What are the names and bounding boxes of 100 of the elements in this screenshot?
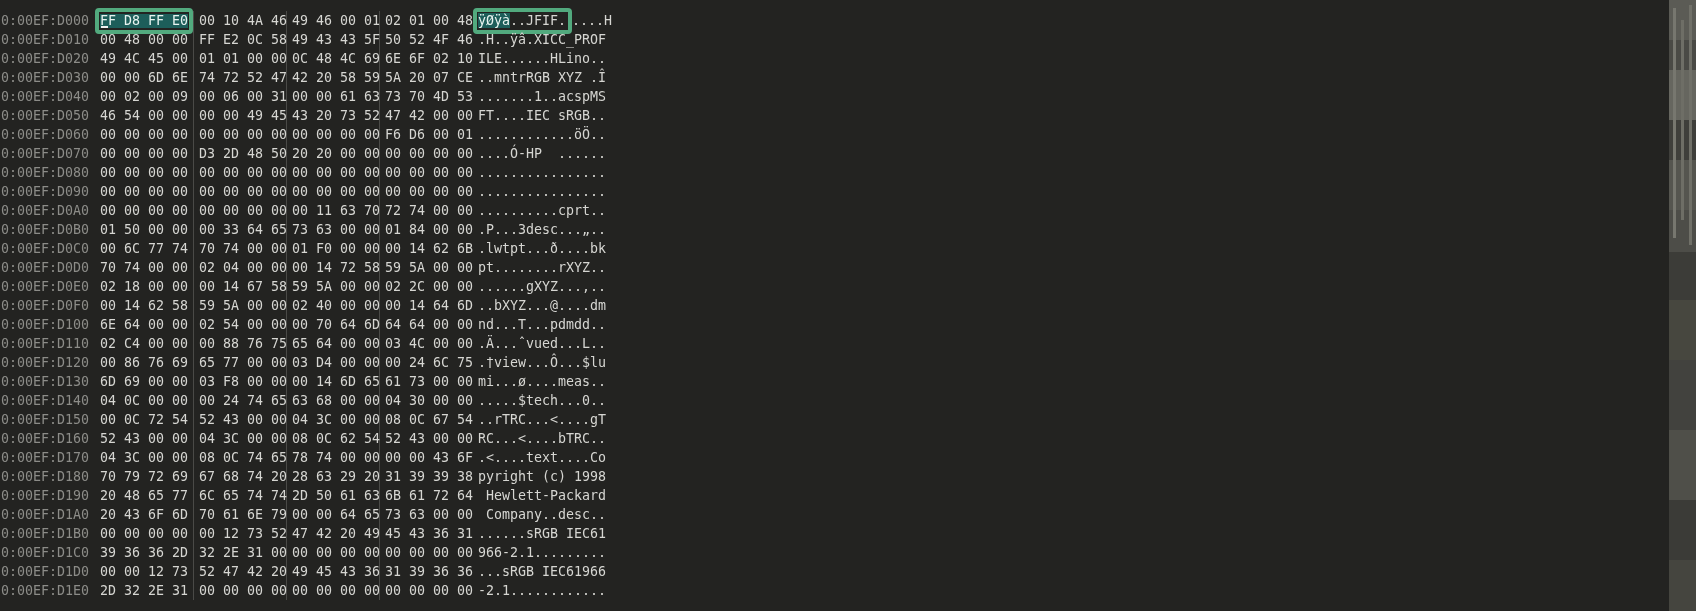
hex-bytes: 08 0C 67 54 <box>385 411 474 429</box>
hex-bytes: 52 43 00 00 <box>199 411 288 429</box>
hex-bytes: 73 70 4D 53 <box>385 88 474 106</box>
hex-bytes: 49 4C 45 00 <box>100 50 189 68</box>
offset-label: 0:00EF:D150 <box>0 411 90 429</box>
hex-bytes: 00 00 00 00 <box>199 183 288 201</box>
hex-bytes: 78 74 00 00 <box>292 449 381 467</box>
hex-bytes: 67 68 74 20 <box>199 468 288 486</box>
offset-label: 0:00EF:D0A0 <box>0 202 90 220</box>
hex-bytes: 2D 32 2E 31 <box>100 582 189 600</box>
hex-bytes: 02 18 00 00 <box>100 278 189 296</box>
hex-bytes: 00 12 73 52 <box>199 525 288 543</box>
hex-bytes: 00 00 00 00 <box>100 202 189 220</box>
hex-bytes: 00 00 00 00 <box>292 183 381 201</box>
hex-bytes: 00 14 62 6B <box>385 240 474 258</box>
ascii-text: ......gXYZ...,.. <box>478 279 607 294</box>
hex-bytes: 73 63 00 00 <box>292 221 381 239</box>
hex-bytes: 39 36 36 2D <box>100 544 189 562</box>
hex-bytes: 00 70 64 6D <box>292 316 381 334</box>
hex-bytes: 0C 48 4C 69 <box>292 50 381 68</box>
hex-bytes: 00 14 6D 65 <box>292 373 381 391</box>
offset-label: 0:00EF:D1D0 <box>0 563 90 581</box>
hex-bytes: 70 79 72 69 <box>100 468 189 486</box>
hex-bytes: 00 14 72 58 <box>292 259 381 277</box>
hex-bytes: 52 47 42 20 <box>199 563 288 581</box>
hex-bytes: 00 00 64 65 <box>292 506 381 524</box>
hex-bytes: 2D 50 61 63 <box>292 487 381 505</box>
hex-bytes: 00 00 00 00 <box>199 582 288 600</box>
hex-bytes: 02 01 00 48 <box>385 12 474 30</box>
hex-bytes: 00 00 00 00 <box>199 126 288 144</box>
hex-bytes: 6B 61 72 64 <box>385 487 474 505</box>
hex-bytes: 00 24 6C 75 <box>385 354 474 372</box>
hex-bytes: 28 63 29 20 <box>292 468 381 486</box>
hex-bytes: 72 74 00 00 <box>385 202 474 220</box>
hex-bytes: 00 00 00 00 <box>292 164 381 182</box>
hex-bytes: 00 00 00 00 <box>100 164 189 182</box>
hex-bytes: 65 64 00 00 <box>292 335 381 353</box>
ascii-text: ..........cprt.. <box>478 203 607 218</box>
hex-bytes: 00 6C 77 74 <box>100 240 189 258</box>
hex-bytes: 02 C4 00 00 <box>100 335 189 353</box>
hex-bytes: 08 0C 62 54 <box>292 430 381 448</box>
hex-bytes: 52 43 00 00 <box>385 430 474 448</box>
hex-bytes: 5A 20 07 CE <box>385 69 474 87</box>
hex-bytes: 42 20 58 59 <box>292 69 381 87</box>
hex-bytes: 04 3C 00 00 <box>100 449 189 467</box>
offset-label: 0:00EF:D080 <box>0 164 90 182</box>
ascii-text: .†view...Ô...$lu <box>478 355 607 370</box>
hex-bytes: 00 00 00 00 <box>199 202 288 220</box>
hex-bytes: 59 5A 00 00 <box>292 278 381 296</box>
hex-bytes: 00 00 00 00 <box>100 183 189 201</box>
hex-bytes: 31 39 39 38 <box>385 468 474 486</box>
ascii-text: .H..ÿâ.XICC_PROF <box>478 32 607 47</box>
offset-label: 0:00EF:D090 <box>0 183 90 201</box>
hex-bytes: 47 42 00 00 <box>385 107 474 125</box>
hex-bytes: 49 43 43 5F <box>292 31 381 49</box>
hex-bytes: 00 24 74 65 <box>199 392 288 410</box>
offset-label: 0:00EF:D110 <box>0 335 90 353</box>
hex-bytes: D3 2D 48 50 <box>199 145 288 163</box>
minimap-drawing[interactable] <box>1669 0 1696 611</box>
hex-bytes: 49 46 00 01 <box>292 12 381 30</box>
offset-label: 0:00EF:D140 <box>0 392 90 410</box>
hex-bytes: 00 00 6D 6E <box>100 69 189 87</box>
ascii-text: .....$tech...0.. <box>478 393 607 408</box>
hex-bytes: 6D 69 00 00 <box>100 373 189 391</box>
hex-bytes: 00 00 00 00 <box>100 145 189 163</box>
hex-bytes: 63 68 00 00 <box>292 392 381 410</box>
ascii-text: -2.1............ <box>478 583 607 598</box>
ascii-text: ..JFIF. <box>510 13 567 28</box>
hex-bytes: 74 72 52 47 <box>199 69 288 87</box>
hex-bytes: 00 00 00 00 <box>199 164 288 182</box>
hex-bytes: 01 F0 00 00 <box>292 240 381 258</box>
ascii-text: ILE......HLino.. <box>478 51 607 66</box>
hex-bytes: 04 30 00 00 <box>385 392 474 410</box>
hex-bytes: 73 63 00 00 <box>385 506 474 524</box>
hex-bytes: 00 14 67 58 <box>199 278 288 296</box>
hex-bytes: 00 88 76 75 <box>199 335 288 353</box>
hex-bytes: 03 4C 00 00 <box>385 335 474 353</box>
hex-bytes: 02 04 00 00 <box>199 259 288 277</box>
offset-label: 0:00EF:D190 <box>0 487 90 505</box>
hex-bytes: 02 54 00 00 <box>199 316 288 334</box>
hex-bytes: 00 00 00 00 <box>292 582 381 600</box>
ascii-text: .lwtpt...ð....bk <box>478 241 607 256</box>
hex-bytes: FF E2 0C 58 <box>199 31 288 49</box>
offset-label: 0:00EF:D070 <box>0 145 90 163</box>
offset-label: 0:00EF:D170 <box>0 449 90 467</box>
hex-bytes: 01 84 00 00 <box>385 221 474 239</box>
hex-bytes: 00 33 64 65 <box>199 221 288 239</box>
offset-label: 0:00EF:D000 <box>0 12 90 30</box>
hex-bytes: 02 2C 00 00 <box>385 278 474 296</box>
ascii-text: pyright (c) 1998 <box>478 469 607 484</box>
hex-bytes: 00 00 00 00 <box>385 145 474 163</box>
ascii-text: ..rTRC...<....gT <box>478 412 607 427</box>
offset-label: 0:00EF:D1A0 <box>0 506 90 524</box>
hex-bytes: FF D8 FF E0 <box>100 14 189 28</box>
offset-label: 0:00EF:D040 <box>0 88 90 106</box>
hex-bytes: 00 00 00 00 <box>292 126 381 144</box>
hex-bytes: 00 14 62 58 <box>100 297 189 315</box>
ascii-text: ......sRGB IEC61 <box>478 526 607 541</box>
hex-bytes: 6C 65 74 74 <box>199 487 288 505</box>
offset-label: 0:00EF:D130 <box>0 373 90 391</box>
